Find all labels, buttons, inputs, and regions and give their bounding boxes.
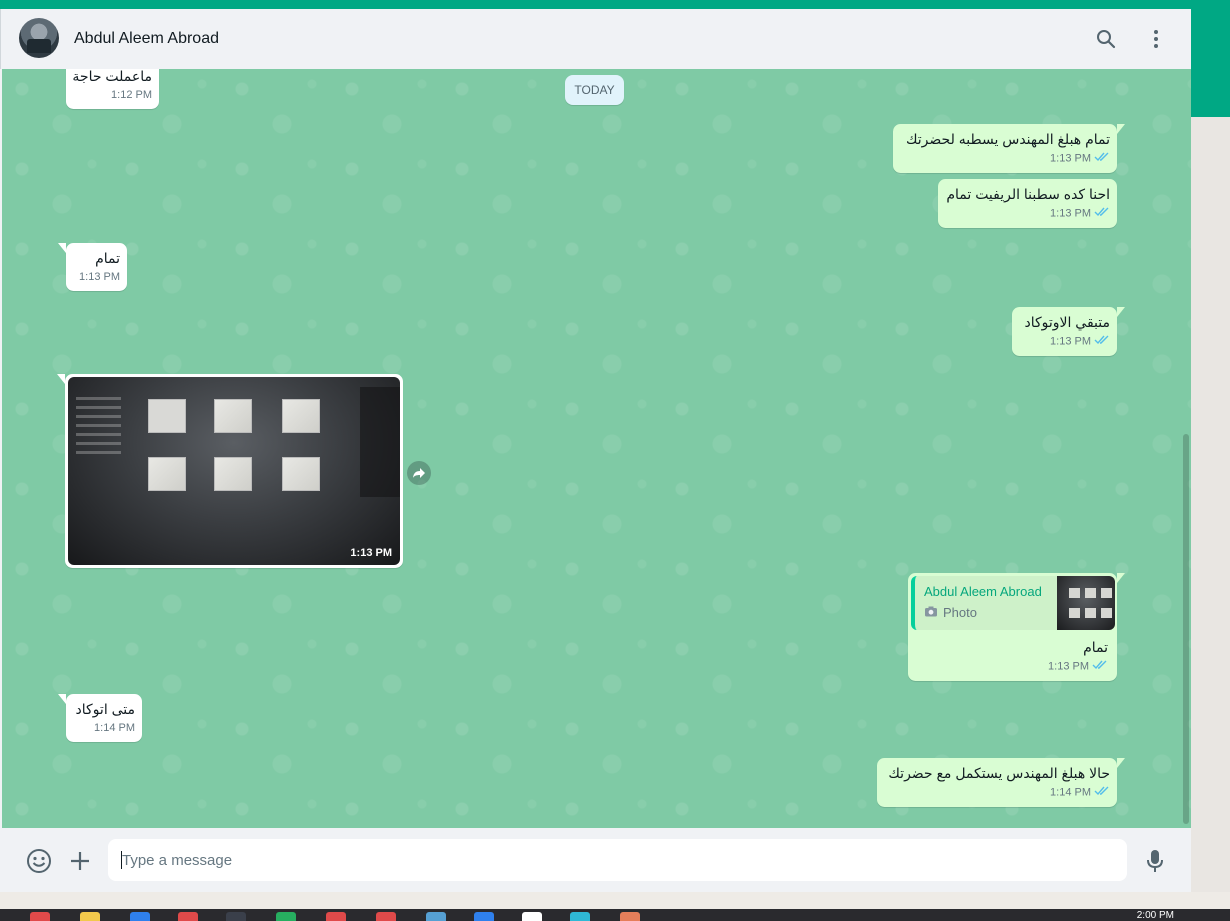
- quoted-photo-thumbnail: [1057, 576, 1115, 630]
- message-time: 1:14 PM: [94, 722, 135, 734]
- read-ticks-icon: [1094, 207, 1110, 220]
- taskbar-app-icon[interactable]: [130, 912, 150, 921]
- plus-icon[interactable]: [67, 848, 93, 874]
- taskbar-app-icon[interactable]: [226, 912, 246, 921]
- chat-header: Abdul Aleem Abroad: [0, 9, 1191, 69]
- message-time: 1:13 PM: [1048, 660, 1089, 673]
- message-text: متبقي الاوتوكاد: [1024, 314, 1110, 330]
- contact-avatar[interactable]: [19, 18, 59, 58]
- photo-image[interactable]: 1:13 PM: [68, 377, 400, 565]
- message-bubble-in[interactable]: تمام 1:13 PM: [58, 243, 127, 291]
- message-text: تمام: [95, 250, 120, 266]
- message-time: 1:12 PM: [111, 89, 152, 101]
- taskbar-app-icon[interactable]: [326, 912, 346, 921]
- taskbar-app-icon[interactable]: [522, 912, 542, 921]
- taskbar-app-icon[interactable]: [80, 912, 100, 921]
- message-text: تمام: [1083, 639, 1108, 655]
- window-accent-edge: [1191, 9, 1230, 117]
- forward-icon[interactable]: [407, 461, 431, 485]
- window-background-edge: [1191, 117, 1230, 892]
- quoted-label: Photo: [943, 605, 977, 620]
- message-bubble-out[interactable]: متبقي الاوتوكاد 1:13 PM: [1012, 307, 1125, 356]
- top-accent-bar: [0, 0, 1230, 9]
- message-text: تمام هبلغ المهندس يسطبه لحضرتك: [905, 131, 1110, 147]
- message-bubble-out[interactable]: حالا هبلغ المهندس يستكمل مع حضرتك 1:14 P…: [877, 758, 1125, 807]
- text-caret: [121, 851, 122, 869]
- photo-message[interactable]: 1:13 PM: [57, 374, 403, 568]
- taskbar-clock[interactable]: 2:00 PM: [1137, 910, 1174, 921]
- message-time: 1:14 PM: [1050, 786, 1091, 799]
- message-bubble-in[interactable]: ماعملت حاجة 1:12 PM: [66, 69, 159, 109]
- message-text: حالا هبلغ المهندس يستكمل مع حضرتك: [888, 765, 1110, 781]
- message-time: 1:13 PM: [1050, 207, 1091, 220]
- chat-window: Abdul Aleem Abroad ماعملت حاجة 1:12 PM T…: [0, 9, 1191, 892]
- camera-icon: [924, 605, 938, 620]
- message-text: متى اتوكاد: [75, 701, 135, 717]
- message-time: 1:13 PM: [79, 271, 120, 283]
- message-bubble-out[interactable]: احنا كده سطبنا الريفيت تمام 1:13 PM: [938, 179, 1117, 228]
- taskbar-app-icon[interactable]: [570, 912, 590, 921]
- read-ticks-icon: [1092, 660, 1108, 673]
- date-chip: TODAY: [565, 75, 624, 105]
- emoji-icon[interactable]: [26, 848, 52, 874]
- read-ticks-icon: [1094, 152, 1110, 165]
- message-list[interactable]: ماعملت حاجة 1:12 PM TODAY تمام هبلغ المه…: [2, 69, 1191, 828]
- taskbar-app-icon[interactable]: [276, 912, 296, 921]
- taskbar-app-icon[interactable]: [474, 912, 494, 921]
- read-ticks-icon: [1094, 335, 1110, 348]
- message-text: ماعملت حاجة: [72, 69, 152, 84]
- quoted-author: Abdul Aleem Abroad: [924, 584, 1042, 599]
- composer: [0, 828, 1191, 892]
- message-input[interactable]: [108, 839, 1127, 881]
- os-taskbar: 2:00 PM: [0, 909, 1230, 921]
- message-time: 1:13 PM: [1050, 335, 1091, 348]
- message-bubble-out[interactable]: تمام هبلغ المهندس يسطبه لحضرتك 1:13 PM: [893, 124, 1125, 173]
- search-icon[interactable]: [1094, 27, 1118, 51]
- read-ticks-icon: [1094, 786, 1110, 799]
- message-bubble-in[interactable]: متى اتوكاد 1:14 PM: [58, 694, 142, 742]
- taskbar-app-icon[interactable]: [620, 912, 640, 921]
- taskbar-app-icon[interactable]: [178, 912, 198, 921]
- message-bubble-out[interactable]: Abdul Aleem Abroad Photo تمام 1:13 PM: [908, 573, 1125, 681]
- chat-scrollbar[interactable]: [1183, 434, 1189, 824]
- microphone-icon[interactable]: [1142, 848, 1168, 874]
- message-time: 1:13 PM: [1050, 152, 1091, 165]
- menu-dots-icon[interactable]: [1144, 27, 1168, 51]
- contact-name[interactable]: Abdul Aleem Abroad: [74, 30, 219, 48]
- message-text: احنا كده سطبنا الريفيت تمام: [946, 186, 1110, 202]
- quoted-message[interactable]: Abdul Aleem Abroad Photo: [911, 576, 1115, 630]
- taskbar-app-icon[interactable]: [376, 912, 396, 921]
- message-time: 1:13 PM: [350, 547, 392, 559]
- taskbar-app-icon[interactable]: [426, 912, 446, 921]
- taskbar-app-icon[interactable]: [30, 912, 50, 921]
